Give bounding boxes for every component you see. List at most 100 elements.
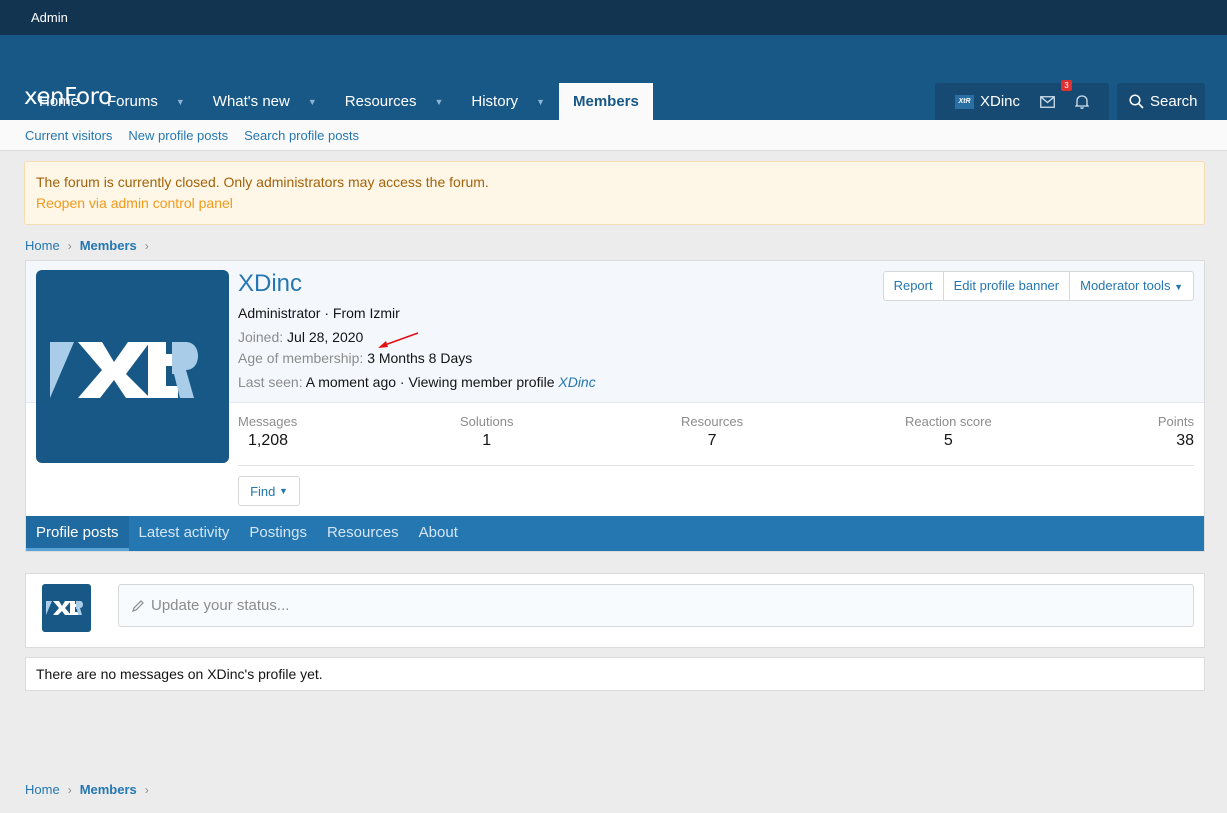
stat-resources: Resources 7	[681, 414, 743, 450]
nav-tab-members[interactable]: Members	[558, 83, 653, 120]
nav-tab-forums[interactable]: Forums ▼	[93, 83, 199, 120]
reopen-link[interactable]: Reopen via admin control panel	[36, 195, 1193, 211]
chevron-right-icon: ›	[67, 782, 72, 797]
forum-closed-notice: The forum is currently closed. Only admi…	[24, 161, 1205, 225]
subnav-current-visitors[interactable]: Current visitors	[25, 128, 112, 143]
sub-nav: Current visitors New profile posts Searc…	[0, 120, 1227, 151]
chevron-right-icon: ›	[144, 782, 149, 797]
nav-label: History	[471, 93, 519, 110]
xtr-logo-icon	[50, 342, 198, 398]
moderator-tools-button[interactable]: Moderator tools ▼	[1070, 272, 1193, 300]
bell-icon	[1075, 95, 1089, 109]
tab-about[interactable]: About	[409, 516, 468, 551]
nav-tab-whats-new[interactable]: What's new ▼	[199, 83, 331, 120]
moderator-tools-label: Moderator tools	[1080, 278, 1171, 293]
admin-bar: Admin	[0, 0, 1227, 35]
stat-label: Points	[1157, 414, 1194, 429]
breadcrumb-footer: Home › Members ›	[25, 782, 157, 797]
chevron-down-icon[interactable]: ▼	[536, 97, 545, 107]
stat-value[interactable]: 1,208	[238, 432, 297, 450]
chevron-right-icon: ›	[144, 238, 149, 253]
stat-value[interactable]: 7	[681, 432, 743, 450]
chevron-down-icon[interactable]: ▼	[308, 97, 317, 107]
joined-value: Jul 28, 2020	[287, 329, 364, 345]
last-seen-row: Last seen: A moment ago · Viewing member…	[238, 374, 596, 390]
nav-tab-resources[interactable]: Resources ▼	[331, 83, 458, 120]
edit-banner-button[interactable]: Edit profile banner	[944, 272, 1071, 300]
alert-count-badge: 3	[1061, 80, 1072, 91]
stat-value[interactable]: 38	[1158, 432, 1194, 450]
profile-username: XDinc	[238, 270, 303, 297]
xtr-logo-icon	[46, 601, 83, 615]
membership-age-row: Age of membership: 3 Months 8 Days	[238, 350, 472, 366]
chevron-down-icon[interactable]: ▼	[176, 97, 185, 107]
last-seen-value: A moment ago · Viewing member profile	[305, 374, 555, 390]
stat-solutions: Solutions 1	[460, 414, 513, 450]
nav-label: Home	[39, 93, 80, 110]
tab-profile-posts[interactable]: Profile posts	[26, 516, 129, 551]
tab-postings[interactable]: Postings	[239, 516, 317, 551]
alerts-button[interactable]: 3	[1061, 80, 1099, 120]
last-seen-profile-link[interactable]: XDinc	[558, 374, 595, 390]
arrow-annotation	[378, 332, 419, 348]
breadcrumb-members[interactable]: Members	[80, 238, 137, 253]
breadcrumb: Home › Members ›	[25, 238, 157, 253]
search-label: Search	[1150, 93, 1198, 110]
user-avatar-small[interactable]	[42, 584, 91, 632]
chevron-down-icon[interactable]: ▼	[434, 97, 443, 107]
joined-row: Joined: Jul 28, 2020	[238, 329, 363, 345]
profile-tabs: Profile posts Latest activity Postings R…	[26, 516, 1204, 551]
stat-value[interactable]: 1	[460, 432, 513, 450]
mini-avatar: XtR	[954, 94, 974, 109]
user-nav: XtR XDinc 3	[934, 80, 1109, 120]
tab-latest-activity[interactable]: Latest activity	[129, 516, 240, 551]
status-input[interactable]: Update your status...	[118, 584, 1194, 627]
mail-icon	[1040, 95, 1055, 108]
stat-messages: Messages 1,208	[238, 414, 297, 450]
nav-label: Members	[572, 93, 639, 110]
no-messages-notice: There are no messages on XDinc's profile…	[25, 657, 1205, 691]
subnav-new-profile-posts[interactable]: New profile posts	[128, 128, 228, 143]
search-button[interactable]: Search	[1117, 83, 1205, 120]
profile-user-title: Administrator · From Izmir	[238, 305, 400, 321]
nav-tab-history[interactable]: History ▼	[457, 83, 559, 120]
stat-label: Resources	[681, 414, 744, 429]
stat-value[interactable]: 5	[905, 432, 992, 450]
age-value: 3 Months 8 Days	[367, 350, 473, 366]
age-label: Age of membership:	[238, 350, 364, 366]
search-icon	[1129, 94, 1144, 109]
account-menu[interactable]: XtR XDinc	[945, 83, 1030, 120]
member-profile-card: XDinc Administrator · From Izmir Joined:…	[25, 260, 1205, 552]
chevron-down-icon: ▼	[279, 486, 288, 496]
profile-stats: Messages 1,208 Solutions 1 Resources 7 Reac…	[238, 414, 1194, 466]
stat-reaction-score: Reaction score 5	[905, 414, 992, 450]
nav-tab-home[interactable]: Home	[25, 83, 93, 120]
find-label: Find	[250, 483, 276, 499]
breadcrumb-home[interactable]: Home	[25, 782, 60, 797]
find-button[interactable]: Find ▼	[238, 476, 300, 506]
chevron-right-icon: ›	[67, 238, 72, 253]
profile-action-buttons: Report Edit profile banner Moderator too…	[882, 271, 1194, 301]
notice-text: The forum is currently closed. Only admi…	[36, 174, 489, 190]
breadcrumb-home[interactable]: Home	[25, 238, 60, 253]
stat-label: Messages	[238, 414, 298, 429]
status-update-box: Update your status...	[25, 573, 1205, 648]
status-placeholder: Update your status...	[151, 597, 290, 614]
report-button[interactable]: Report	[884, 272, 944, 300]
nav-label: Resources	[344, 93, 417, 110]
tab-resources[interactable]: Resources	[317, 516, 409, 551]
subnav-search-profile-posts[interactable]: Search profile posts	[244, 128, 359, 143]
stat-label: Reaction score	[905, 414, 992, 429]
inbox-button[interactable]	[1030, 83, 1065, 120]
main-nav: Home Forums ▼ What's new ▼ Resources ▼ Hist…	[25, 83, 653, 120]
chevron-down-icon: ▼	[1174, 282, 1183, 292]
stat-label: Solutions	[460, 414, 514, 429]
pencil-icon	[132, 599, 144, 612]
nav-label: Forums	[107, 93, 158, 110]
breadcrumb-members[interactable]: Members	[80, 782, 137, 797]
stat-points: Points 38	[1158, 414, 1194, 450]
joined-label: Joined:	[238, 329, 284, 345]
admin-link[interactable]: Admin	[31, 10, 68, 25]
profile-avatar[interactable]	[36, 270, 229, 463]
nav-label: What's new	[212, 93, 290, 110]
